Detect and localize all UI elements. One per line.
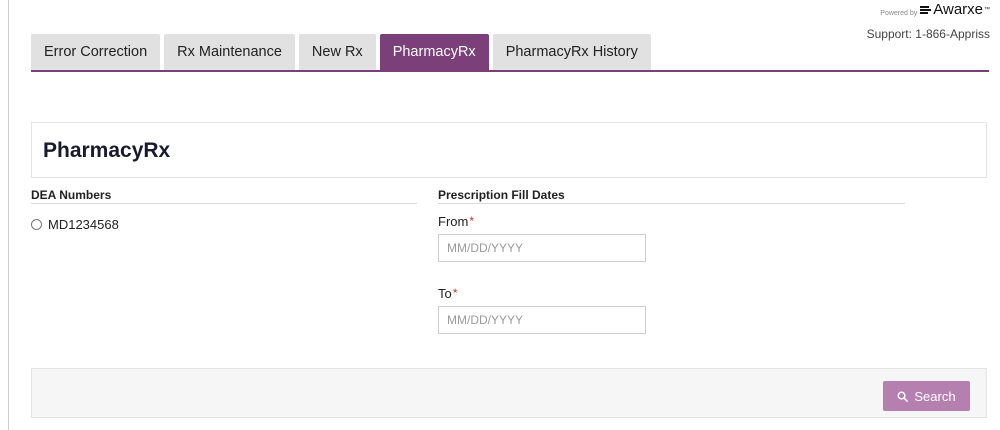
from-date-label: From* [438, 214, 474, 229]
dea-numbers-divider [31, 203, 417, 204]
dea-option-row[interactable]: MD1234568 [31, 217, 119, 232]
search-icon [897, 391, 909, 402]
tab-underline [31, 70, 989, 72]
tab-new-rx[interactable]: New Rx [298, 34, 376, 70]
tab-rx-maintenance[interactable]: Rx Maintenance [164, 34, 295, 70]
page-left-border [8, 0, 9, 430]
trademark-symbol: ™ [984, 7, 990, 13]
from-label-text: From [438, 214, 469, 229]
page-title: PharmacyRx [43, 139, 171, 162]
dea-radio-button[interactable] [31, 219, 42, 230]
tab-pharmacyrx-history[interactable]: PharmacyRx History [492, 34, 651, 70]
action-bar: Search [31, 368, 987, 418]
to-required-marker: * [452, 286, 458, 300]
fill-dates-heading: Prescription Fill Dates [438, 188, 565, 202]
search-button-label: Search [914, 388, 956, 404]
tab-error-correction[interactable]: Error Correction [31, 34, 161, 70]
to-label-text: To [438, 286, 452, 301]
branding: Powered by Awarxe ™ Support: 1-866-Appri… [866, 2, 990, 42]
to-date-label: To* [438, 286, 457, 301]
support-phone: Support: 1-866-Appriss [866, 27, 990, 41]
powered-by-text: Powered by [880, 10, 918, 17]
title-panel: PharmacyRx [31, 122, 987, 178]
awarxe-logo-mark-icon [920, 6, 932, 14]
from-required-marker: * [469, 214, 475, 228]
awarxe-logo: Awarxe ™ [920, 2, 990, 18]
tab-pharmacyrx[interactable]: PharmacyRx [379, 34, 489, 70]
search-button[interactable]: Search [883, 381, 970, 411]
awarxe-logo-text: Awarxe [933, 1, 983, 18]
fill-dates-divider [438, 203, 905, 204]
to-date-input[interactable] [438, 306, 646, 334]
from-date-input[interactable] [438, 234, 646, 262]
powered-by-row: Powered by Awarxe ™ [867, 2, 990, 18]
dea-numbers-heading: DEA Numbers [31, 188, 112, 202]
dea-option-label[interactable]: MD1234568 [48, 217, 119, 232]
tab-bar: Error Correction Rx Maintenance New Rx P… [31, 34, 651, 70]
